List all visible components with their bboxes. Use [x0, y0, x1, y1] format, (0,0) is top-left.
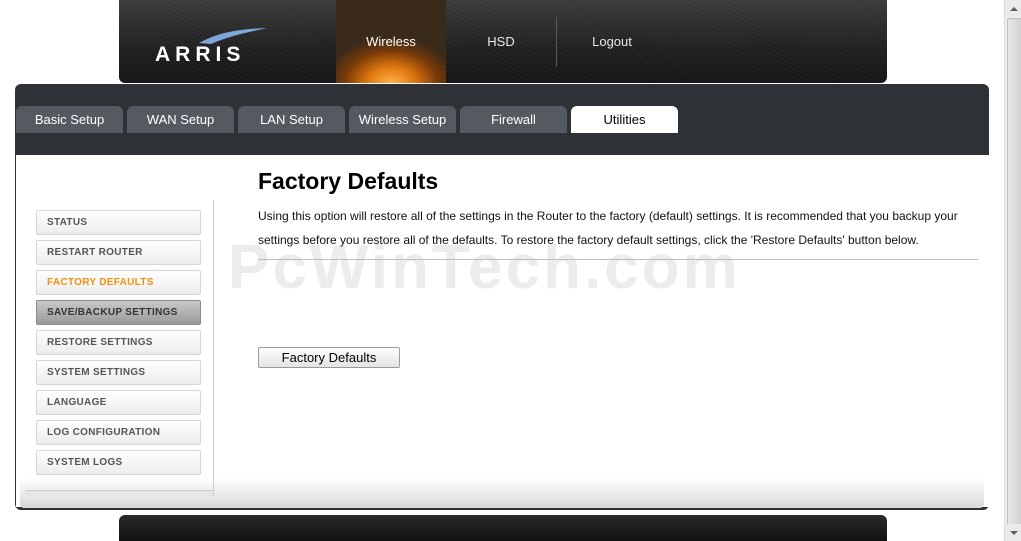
- footer-strip: [119, 515, 887, 541]
- scroll-up-arrow-icon: [1009, 6, 1018, 11]
- sidebar-item-system-settings[interactable]: SYSTEM SETTINGS: [36, 360, 201, 385]
- page-description: Using this option will restore all of th…: [258, 209, 958, 247]
- top-nav-logout[interactable]: Logout: [557, 0, 667, 83]
- sidebar-item-restart-router[interactable]: RESTART ROUTER: [36, 240, 201, 265]
- scroll-thumb[interactable]: [1007, 18, 1021, 525]
- logo-text: ARRIS: [155, 43, 246, 66]
- tab-firewall[interactable]: Firewall: [460, 106, 567, 133]
- sidebar-item-language[interactable]: LANGUAGE: [36, 390, 201, 415]
- sidebar-item-system-logs[interactable]: SYSTEM LOGS: [36, 450, 201, 475]
- scroll-up-button[interactable]: [1005, 0, 1021, 17]
- sidebar-item-status[interactable]: STATUS: [36, 210, 201, 235]
- tab-wireless-setup[interactable]: Wireless Setup: [349, 106, 456, 133]
- tab-basic-setup[interactable]: Basic Setup: [16, 106, 123, 133]
- top-nav: Wireless HSD Logout: [336, 0, 667, 83]
- sidebar-bottom: [25, 490, 213, 499]
- sidebar-item-save-backup-settings[interactable]: SAVE/BACKUP SETTINGS: [36, 300, 201, 325]
- sidebar-item-log-configuration[interactable]: LOG CONFIGURATION: [36, 420, 201, 445]
- tab-wan-setup[interactable]: WAN Setup: [127, 106, 234, 133]
- tab-bar: Basic Setup WAN Setup LAN Setup Wireless…: [16, 106, 678, 133]
- page-title: Factory Defaults: [258, 168, 439, 194]
- top-header: ARRIS Wireless HSD Logout: [119, 0, 887, 83]
- scroll-down-button[interactable]: [1005, 524, 1021, 541]
- top-nav-hsd[interactable]: HSD: [446, 0, 556, 83]
- sidebar: STATUS RESTART ROUTER FACTORY DEFAULTS S…: [27, 200, 214, 496]
- arris-logo: ARRIS: [155, 26, 267, 66]
- top-nav-wireless[interactable]: Wireless: [336, 0, 446, 83]
- sidebar-item-restore-settings[interactable]: RESTORE SETTINGS: [36, 330, 201, 355]
- factory-defaults-button[interactable]: Factory Defaults: [258, 347, 400, 368]
- sidebar-item-factory-defaults[interactable]: FACTORY DEFAULTS: [36, 270, 201, 295]
- tab-lan-setup[interactable]: LAN Setup: [238, 106, 345, 133]
- divider: [258, 259, 978, 260]
- vertical-scrollbar[interactable]: [1004, 0, 1021, 541]
- tab-utilities[interactable]: Utilities: [571, 106, 678, 133]
- scroll-down-arrow-icon: [1009, 530, 1018, 535]
